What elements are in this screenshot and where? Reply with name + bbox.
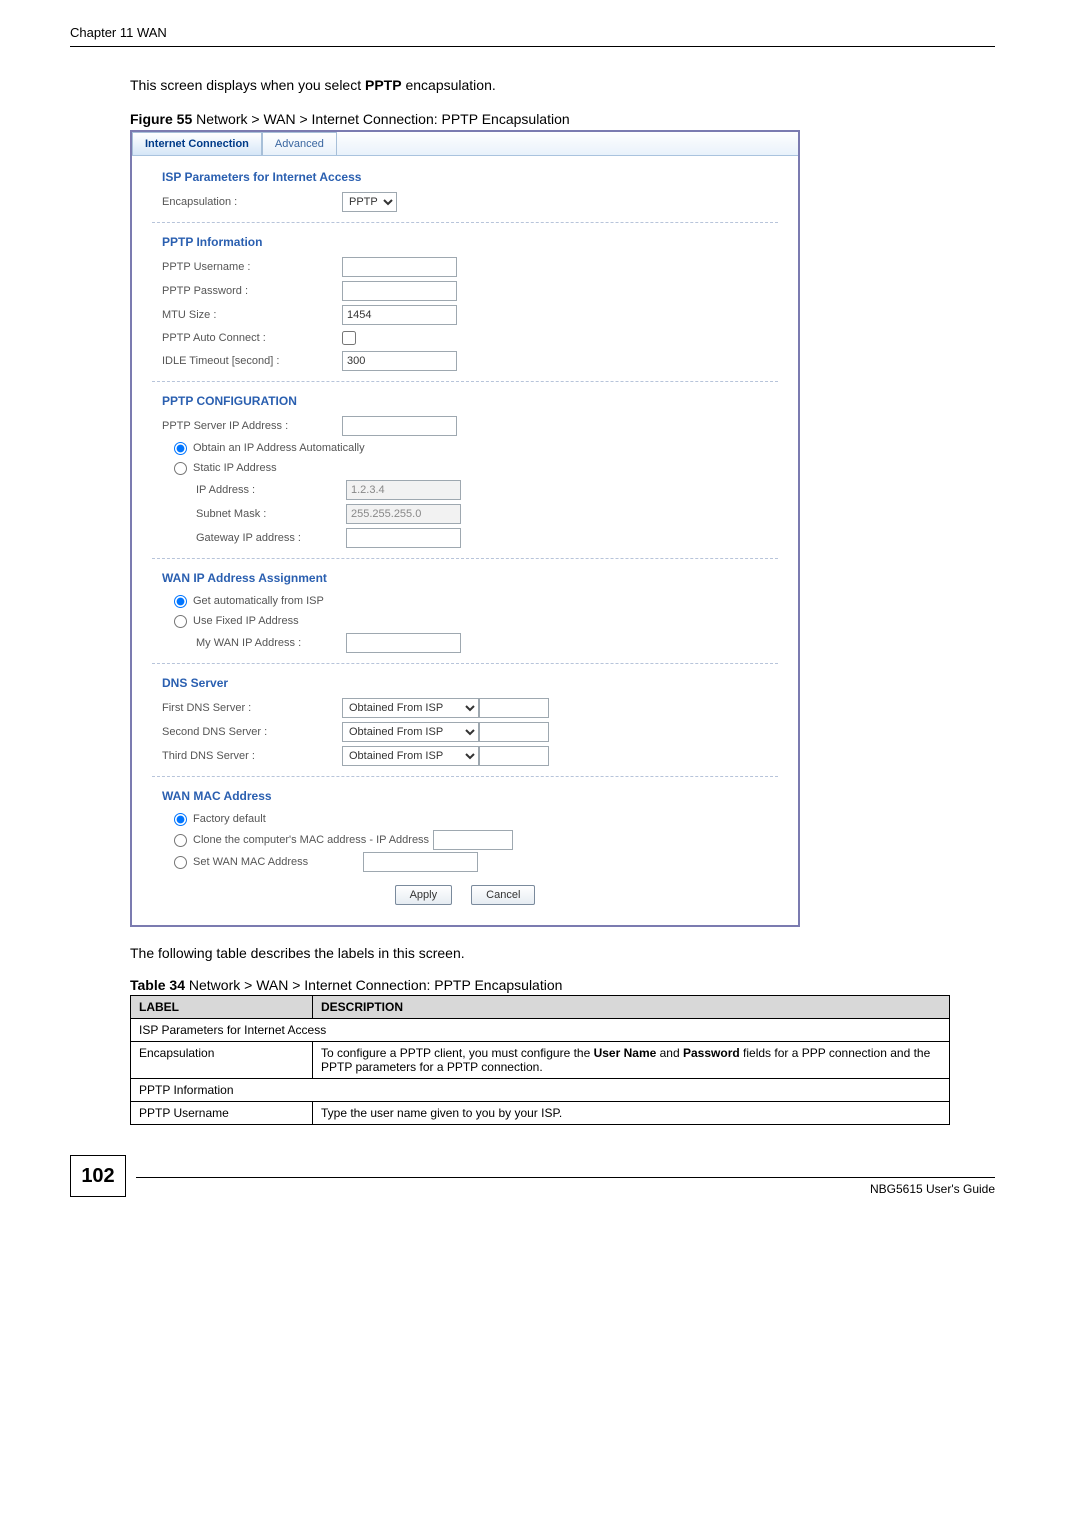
intro-bold: PPTP	[365, 77, 402, 93]
guide-name: NBG5615 User's Guide	[870, 1182, 995, 1196]
dns1-input[interactable]	[479, 698, 549, 718]
auto-connect-label: PPTP Auto Connect :	[162, 332, 342, 344]
auto-connect-checkbox[interactable]	[342, 331, 356, 345]
wan-auto-label: Get automatically from ISP	[193, 595, 324, 607]
pptp-password-label: PPTP Password :	[162, 285, 342, 297]
my-wan-ip-input[interactable]	[346, 633, 461, 653]
mac-set-input[interactable]	[363, 852, 478, 872]
table-caption: Table 34 Network > WAN > Internet Connec…	[130, 977, 995, 993]
my-wan-ip-label: My WAN IP Address :	[162, 637, 346, 649]
cell-pptp-user-desc: Type the user name given to you by your …	[313, 1102, 950, 1125]
ip-address-label: IP Address :	[162, 484, 346, 496]
table-row: ISP Parameters for Internet Access	[131, 1019, 950, 1042]
pptp-username-input[interactable]	[342, 257, 457, 277]
cell-isp-params: ISP Parameters for Internet Access	[131, 1019, 950, 1042]
section-wan-ip: WAN IP Address Assignment	[152, 563, 778, 591]
section-wan-mac: WAN MAC Address	[152, 781, 778, 809]
wan-fixed-radio[interactable]	[174, 615, 187, 628]
section-pptp-config: PPTP CONFIGURATION	[152, 386, 778, 414]
subnet-label: Subnet Mask :	[162, 508, 346, 520]
th-description: DESCRIPTION	[313, 996, 950, 1019]
table-row: PPTP Username Type the user name given t…	[131, 1102, 950, 1125]
idle-timeout-label: IDLE Timeout [second] :	[162, 355, 342, 367]
encapsulation-select[interactable]: PPTP	[342, 192, 397, 212]
mac-clone-radio[interactable]	[174, 834, 187, 847]
pptp-username-label: PPTP Username :	[162, 261, 342, 273]
cell-pptp-user-label: PPTP Username	[131, 1102, 313, 1125]
figure-number: Figure 55	[130, 111, 192, 127]
dns2-select[interactable]: Obtained From ISP	[342, 722, 479, 742]
tab-internet-connection[interactable]: Internet Connection	[132, 132, 262, 155]
mac-set-radio[interactable]	[174, 856, 187, 869]
mac-set-label: Set WAN MAC Address	[193, 856, 363, 868]
after-figure-text: The following table describes the labels…	[130, 945, 995, 961]
gateway-label: Gateway IP address :	[162, 532, 346, 544]
mac-clone-label: Clone the computer's MAC address - IP Ad…	[193, 834, 429, 846]
dns2-label: Second DNS Server :	[162, 726, 342, 738]
wan-auto-radio[interactable]	[174, 595, 187, 608]
figure-caption: Figure 55 Network > WAN > Internet Conne…	[130, 111, 995, 127]
section-pptp-info: PPTP Information	[152, 227, 778, 255]
mac-factory-label: Factory default	[193, 813, 266, 825]
cell-encap-desc: To configure a PPTP client, you must con…	[313, 1042, 950, 1079]
mtu-input[interactable]	[342, 305, 457, 325]
tab-advanced[interactable]: Advanced	[262, 132, 337, 155]
intro-paragraph: This screen displays when you select PPT…	[130, 77, 995, 93]
dns3-input[interactable]	[479, 746, 549, 766]
cell-pptp-info: PPTP Information	[131, 1079, 950, 1102]
dns1-select[interactable]: Obtained From ISP	[342, 698, 479, 718]
cell-encap-label: Encapsulation	[131, 1042, 313, 1079]
section-dns: DNS Server	[152, 668, 778, 696]
config-screenshot: Internet Connection Advanced ISP Paramet…	[130, 130, 800, 927]
figure-title: Network > WAN > Internet Connection: PPT…	[192, 111, 569, 127]
dns3-label: Third DNS Server :	[162, 750, 342, 762]
gateway-input[interactable]	[346, 528, 461, 548]
static-ip-radio[interactable]	[174, 462, 187, 475]
tab-bar: Internet Connection Advanced	[132, 132, 798, 156]
table-number: Table 34	[130, 977, 185, 993]
intro-after: encapsulation.	[402, 77, 496, 93]
encapsulation-label: Encapsulation :	[162, 196, 342, 208]
ip-address-input[interactable]	[346, 480, 461, 500]
mac-clone-input[interactable]	[433, 830, 513, 850]
table-row: PPTP Information	[131, 1079, 950, 1102]
section-isp-params: ISP Parameters for Internet Access	[152, 162, 778, 190]
apply-button[interactable]: Apply	[395, 885, 453, 905]
obtain-ip-radio[interactable]	[174, 442, 187, 455]
static-ip-label: Static IP Address	[193, 462, 277, 474]
dns1-label: First DNS Server :	[162, 702, 342, 714]
obtain-ip-label: Obtain an IP Address Automatically	[193, 442, 365, 454]
chapter-header: Chapter 11 WAN	[70, 25, 995, 47]
server-ip-label: PPTP Server IP Address :	[162, 420, 342, 432]
mac-factory-radio[interactable]	[174, 813, 187, 826]
mtu-label: MTU Size :	[162, 309, 342, 321]
cancel-button[interactable]: Cancel	[471, 885, 535, 905]
table-row: Encapsulation To configure a PPTP client…	[131, 1042, 950, 1079]
page-number: 102	[70, 1155, 126, 1197]
dns3-select[interactable]: Obtained From ISP	[342, 746, 479, 766]
idle-timeout-input[interactable]	[342, 351, 457, 371]
subnet-input[interactable]	[346, 504, 461, 524]
th-label: LABEL	[131, 996, 313, 1019]
intro-before: This screen displays when you select	[130, 77, 365, 93]
dns2-input[interactable]	[479, 722, 549, 742]
pptp-password-input[interactable]	[342, 281, 457, 301]
table-title: Network > WAN > Internet Connection: PPT…	[185, 977, 562, 993]
wan-fixed-label: Use Fixed IP Address	[193, 615, 299, 627]
server-ip-input[interactable]	[342, 416, 457, 436]
description-table: LABEL DESCRIPTION ISP Parameters for Int…	[130, 995, 950, 1125]
